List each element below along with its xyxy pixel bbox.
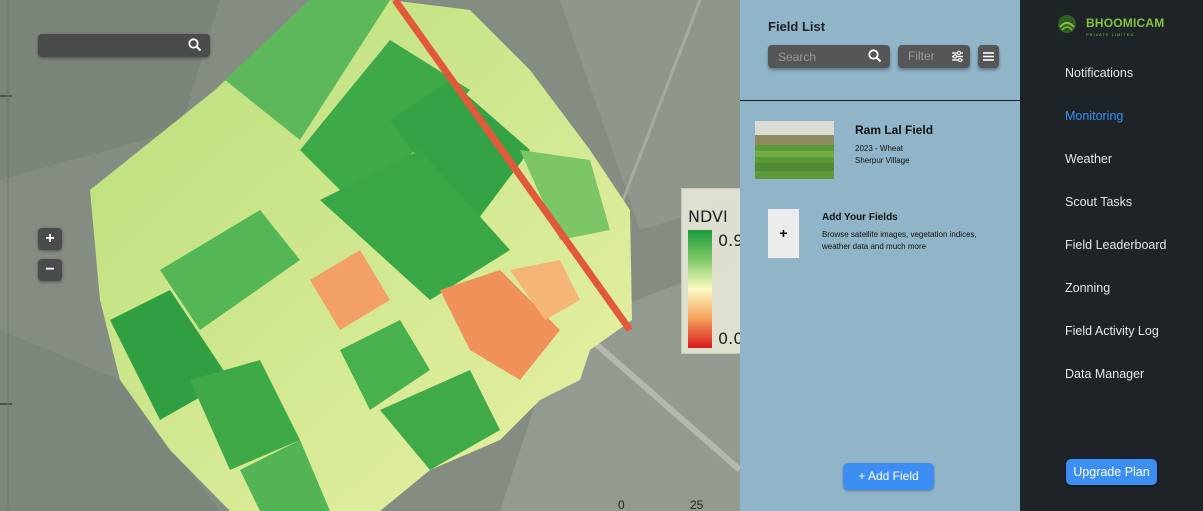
- nav-weather[interactable]: Weather: [1065, 152, 1112, 166]
- nav-data-manager[interactable]: Data Manager: [1065, 367, 1144, 381]
- field-card[interactable]: Ram Lal Field 2023 - Wheat Sherpur Villa…: [754, 120, 1004, 182]
- nav-notifications[interactable]: Notifications: [1065, 66, 1133, 80]
- nav-scout-tasks[interactable]: Scout Tasks: [1065, 195, 1132, 209]
- list-menu-button[interactable]: [978, 45, 999, 68]
- legend-title: NDVI: [688, 207, 728, 226]
- legend-max-value: 0.9: [718, 231, 740, 250]
- zoom-out-button[interactable]: −: [38, 259, 62, 281]
- scale-end-label: 25: [690, 498, 704, 511]
- field-list-panel: Field List Filter: [740, 0, 1020, 511]
- brand-tagline: PRIVATE LIMITED: [1086, 32, 1135, 37]
- field-name: Ram Lal Field: [855, 123, 934, 137]
- add-field-button[interactable]: + Add Field: [843, 463, 934, 490]
- satellite-imagery: [0, 0, 740, 511]
- sliders-icon: [952, 50, 963, 63]
- upgrade-plan-button[interactable]: Upgrade Plan: [1066, 459, 1157, 485]
- scale-start-label: 0: [618, 498, 625, 511]
- map-search-input[interactable]: [46, 37, 181, 54]
- bhoomicam-logo-icon: [1058, 15, 1076, 33]
- field-search-box[interactable]: [768, 45, 890, 68]
- legend-color-bar: [688, 230, 712, 348]
- nav-monitoring[interactable]: Monitoring: [1065, 109, 1123, 123]
- field-search-input[interactable]: [778, 48, 864, 65]
- filter-label: Filter: [908, 49, 935, 63]
- add-fields-title: Add Your Fields: [822, 212, 898, 223]
- sidebar: BHOOMICAM PRIVATE LIMITED Notifications …: [1020, 0, 1203, 511]
- map-view[interactable]: + − NDVI 0.9 0.0 0 25: [0, 0, 740, 511]
- search-icon[interactable]: [868, 49, 882, 63]
- hamburger-icon: [983, 52, 994, 61]
- filter-button[interactable]: Filter: [898, 45, 970, 68]
- field-thumbnail: [755, 121, 834, 179]
- legend-min-value: 0.0: [718, 329, 740, 348]
- field-location: Sherpur Village: [855, 156, 910, 165]
- ndvi-legend: NDVI 0.9 0.0: [681, 188, 740, 354]
- nav-zonning[interactable]: Zonning: [1065, 281, 1110, 295]
- panel-divider: [740, 100, 1020, 101]
- add-fields-card: + Add Your Fields Browse satellite image…: [768, 209, 1008, 259]
- brand-name: BHOOMICAM: [1086, 16, 1165, 30]
- brand[interactable]: BHOOMICAM PRIVATE LIMITED: [1057, 13, 1197, 39]
- field-list-title: Field List: [768, 19, 826, 34]
- field-season: 2023 - Wheat: [855, 144, 904, 153]
- add-field-plus-button[interactable]: +: [768, 209, 799, 258]
- map-search-box[interactable]: [38, 34, 210, 57]
- nav-field-activity-log[interactable]: Field Activity Log: [1065, 324, 1159, 338]
- add-fields-description: Browse satellite images, vegetation indi…: [822, 230, 977, 251]
- search-icon[interactable]: [188, 38, 202, 52]
- zoom-in-button[interactable]: +: [38, 228, 62, 250]
- nav-field-leaderboard[interactable]: Field Leaderboard: [1065, 238, 1166, 252]
